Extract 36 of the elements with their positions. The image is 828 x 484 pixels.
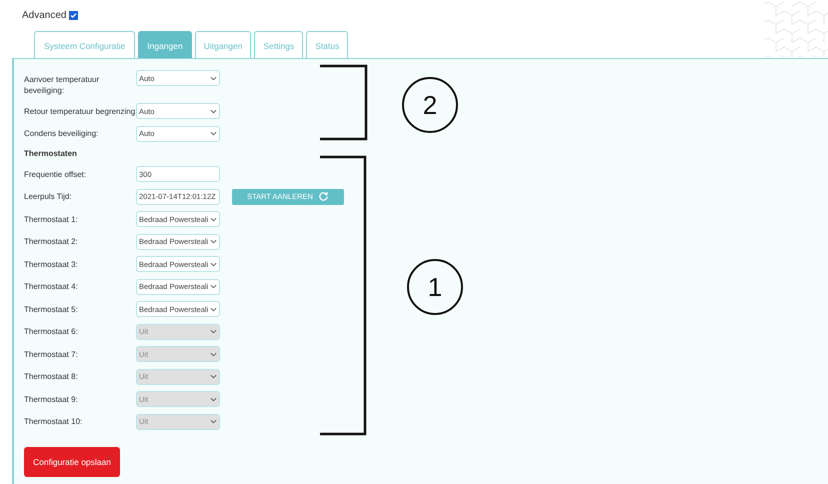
field-label: Thermostaat 10: — [24, 417, 84, 426]
field-label: Aanvoer temperatuur beveiliging: — [24, 74, 100, 96]
field-label: Retour temperatuur begrenzing: — [24, 106, 136, 116]
chevron-down-icon — [210, 216, 217, 222]
chevron-down-icon — [210, 108, 217, 114]
advanced-label: Advanced — [22, 10, 66, 20]
chevron-down-icon — [210, 329, 217, 334]
refresh-icon — [318, 191, 329, 202]
chevron-down-icon — [210, 76, 217, 80]
field-label: Thermostaat 6: — [24, 327, 79, 336]
field-label: Thermostaat 4: — [24, 282, 79, 292]
chevron-down-icon — [210, 239, 217, 244]
field-label: Thermostaat 7: — [24, 350, 79, 359]
circled-number: 1 — [407, 259, 463, 315]
field-label: Thermostaat 1: — [24, 214, 79, 224]
field-label: Thermostaat 5: — [24, 304, 79, 314]
chevron-down-icon — [210, 374, 217, 380]
chevron-down-icon — [210, 419, 217, 424]
section-title: Thermostaten — [24, 148, 78, 160]
field-label: Thermostaat 3: — [24, 260, 79, 269]
chevron-down-icon — [210, 131, 217, 136]
circled-number: 2 — [402, 77, 458, 133]
chevron-down-icon — [210, 352, 217, 357]
save-button[interactable]: Configuratie opslaan — [24, 447, 120, 477]
chevron-down-icon — [210, 262, 217, 267]
field-label: Thermostaat 8: — [24, 372, 79, 382]
field-label: Thermostaat 9: — [24, 394, 79, 404]
field-label: Condens beveiliging: — [24, 129, 100, 138]
hexagon-pattern-drawing — [764, 0, 828, 57]
field-label: Frequentie offset: — [24, 170, 88, 179]
chevron-down-icon — [210, 284, 217, 290]
field-label: Leerpuls Tijd: — [24, 192, 73, 202]
advanced-checkbox[interactable] — [69, 10, 78, 20]
chevron-down-icon — [210, 396, 217, 402]
chevron-down-icon — [210, 306, 217, 312]
field-label: Thermostaat 2: — [24, 237, 79, 246]
